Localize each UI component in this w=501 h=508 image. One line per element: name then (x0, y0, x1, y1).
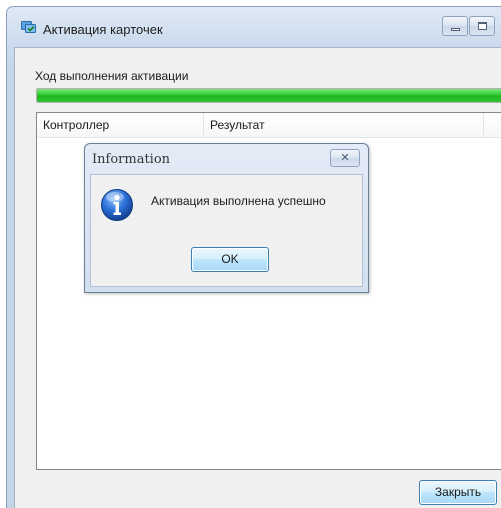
close-button[interactable]: Закрыть (419, 480, 497, 505)
maximize-icon (478, 22, 487, 30)
progress-label: Ход выполнения активации (35, 69, 189, 83)
dialog-close-button[interactable]: ✕ (330, 149, 360, 167)
close-icon: ✕ (340, 152, 350, 164)
title-bar[interactable]: Активация карточек (7, 7, 501, 47)
list-header: Контроллер Результат (37, 113, 501, 138)
dialog-body: Активация выполнена успешно OK (90, 174, 363, 287)
minimize-button[interactable] (442, 16, 468, 36)
minimize-icon (451, 28, 460, 31)
window-title: Активация карточек (43, 22, 163, 37)
information-dialog: Information ✕ Активация выполнена успешн… (84, 143, 369, 293)
column-header-result[interactable]: Результат (204, 113, 484, 138)
activation-progress-bar (36, 88, 501, 103)
dialog-title: Information (92, 152, 171, 167)
progress-fill (37, 89, 501, 102)
maximize-button[interactable] (469, 16, 495, 36)
dialog-message: Активация выполнена успешно (151, 194, 326, 208)
card-activation-icon (21, 21, 36, 33)
column-header-controller[interactable]: Контроллер (37, 113, 204, 138)
information-icon (101, 189, 133, 221)
ok-button[interactable]: OK (191, 247, 269, 272)
caption-buttons (441, 16, 495, 36)
